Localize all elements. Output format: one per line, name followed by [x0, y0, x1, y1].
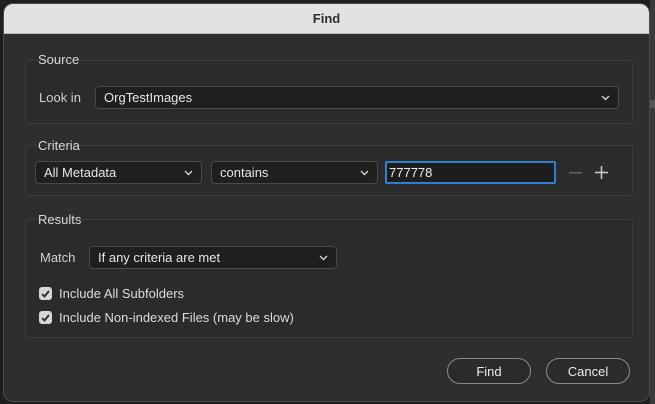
- chevron-down-icon: [600, 93, 610, 103]
- results-group-label: Results: [38, 212, 82, 227]
- plus-icon[interactable]: [592, 163, 610, 181]
- chevron-down-icon: [183, 168, 193, 178]
- checkmark-icon[interactable]: [39, 311, 52, 324]
- background-window-edge: [650, 0, 655, 404]
- criteria-group-label: Criteria: [38, 138, 80, 153]
- include-nonindexed-checkbox[interactable]: Include Non-indexed Files (may be slow): [39, 310, 294, 325]
- dialog-title: Find: [312, 11, 341, 26]
- chevron-down-icon: [359, 168, 369, 178]
- match-value: If any criteria are met: [98, 250, 221, 265]
- match-label: Match: [40, 250, 76, 265]
- look-in-label: Look in: [39, 90, 81, 105]
- criteria-field-value: All Metadata: [44, 165, 117, 180]
- title-bar[interactable]: Find: [4, 4, 649, 34]
- match-select[interactable]: If any criteria are met: [89, 246, 337, 269]
- find-dialog: Find Source Look in OrgTestImages Criter…: [3, 3, 650, 402]
- checkmark-icon[interactable]: [39, 287, 52, 300]
- look-in-select[interactable]: OrgTestImages: [95, 86, 619, 109]
- include-nonindexed-label: Include Non-indexed Files (may be slow): [59, 310, 294, 325]
- find-button[interactable]: Find: [447, 358, 531, 384]
- background-window-detail: [650, 100, 655, 108]
- look-in-value: OrgTestImages: [104, 90, 193, 105]
- chevron-down-icon: [318, 253, 328, 263]
- include-subfolders-label: Include All Subfolders: [59, 286, 185, 301]
- cancel-button[interactable]: Cancel: [546, 358, 630, 384]
- criteria-operator-select[interactable]: contains: [211, 161, 378, 184]
- include-subfolders-checkbox[interactable]: Include All Subfolders: [39, 286, 184, 301]
- minus-icon[interactable]: [566, 164, 584, 182]
- criteria-value-input[interactable]: [385, 161, 556, 184]
- criteria-operator-value: contains: [220, 165, 269, 180]
- criteria-field-select[interactable]: All Metadata: [35, 161, 202, 184]
- source-group-label: Source: [38, 52, 80, 67]
